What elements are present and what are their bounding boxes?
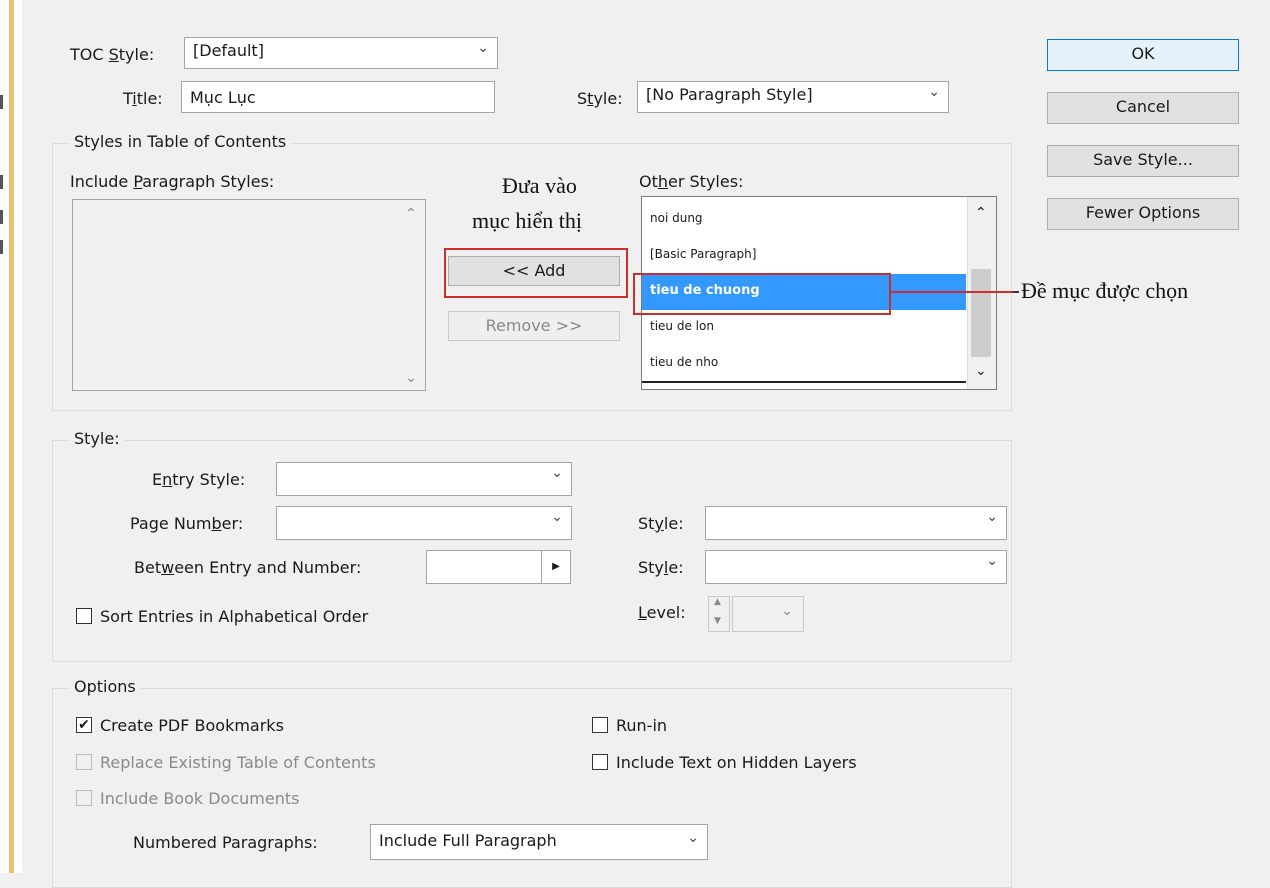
replace-existing-label: Replace Existing Table of Contents [100, 753, 376, 772]
other-styles-label: Other Styles: [639, 172, 744, 191]
sort-entries-label: Sort Entries in Alphabetical Order [100, 607, 369, 626]
edge-mark [0, 240, 3, 254]
include-book-documents-label: Include Book Documents [100, 789, 300, 808]
edge-mark [0, 210, 3, 224]
page-number-dropdown[interactable]: ⌄ [276, 506, 572, 540]
between-entry-number-input[interactable] [426, 550, 542, 584]
fewer-options-button[interactable]: Fewer Options [1047, 198, 1239, 230]
numbered-paragraphs-label: Numbered Paragraphs: [133, 833, 318, 852]
list-item[interactable]: tieu de nho [650, 355, 718, 369]
numbered-paragraphs-dropdown[interactable]: Include Full Paragraph ⌄ [370, 824, 708, 860]
toc-style-dropdown[interactable]: [Default] ⌄ [184, 37, 498, 69]
chevron-down-icon: ⌄ [477, 40, 489, 56]
chevron-down-icon: ⌄ [986, 509, 998, 525]
scroll-up-icon[interactable]: ⌃ [975, 205, 987, 221]
special-character-menu-button[interactable]: ▶ [541, 550, 571, 584]
save-style-button[interactable]: Save Style... [1047, 145, 1239, 177]
style-group-title: Style: [70, 429, 124, 448]
scroll-up-icon[interactable]: ⌃ [405, 206, 417, 222]
annotation-selected-callout: Đề mục được chọn [1021, 278, 1189, 303]
list-item[interactable]: [Basic Paragraph] [650, 247, 756, 261]
between-style-label: Style: [638, 558, 684, 577]
title-input-value: Mục Lục [190, 88, 256, 107]
chevron-down-icon: ⌄ [781, 603, 793, 619]
include-hidden-layers-checkbox[interactable] [592, 754, 608, 770]
chevron-down-icon: ⌄ [687, 830, 699, 846]
edge-mark [0, 95, 3, 109]
ok-button[interactable]: OK [1047, 39, 1239, 71]
triangle-right-icon: ▶ [552, 561, 560, 572]
include-paragraph-styles-label: Include Paragraph Styles: [70, 172, 275, 191]
toc-style-label: TOC Style: [70, 45, 155, 64]
scroll-down-icon[interactable]: ⌄ [405, 370, 417, 386]
add-button[interactable]: << Add [448, 256, 620, 286]
scroll-down-icon[interactable]: ⌄ [975, 363, 987, 379]
list-divider [642, 381, 966, 383]
entry-style-label: Entry Style: [152, 470, 246, 489]
list-item[interactable]: tieu de lon [650, 319, 714, 333]
list-scrollbar[interactable]: ⌃ ⌄ [967, 197, 996, 389]
page-number-label: Page Number: [130, 514, 244, 533]
chevron-down-icon: ⌄ [986, 553, 998, 569]
stepper-down-icon[interactable]: ▼ [714, 616, 721, 626]
run-in-checkbox[interactable] [592, 717, 608, 733]
include-hidden-layers-label: Include Text on Hidden Layers [616, 753, 857, 772]
entry-style-dropdown[interactable]: ⌄ [276, 462, 572, 496]
annotation-add-line1: Đưa vào [502, 173, 577, 198]
stepper-up-icon[interactable]: ▲ [714, 597, 721, 607]
left-edge-strip [0, 0, 22, 873]
title-label: Title: [123, 89, 163, 108]
selected-highlight-box [633, 273, 891, 315]
sort-entries-checkbox[interactable] [76, 608, 92, 624]
run-in-label: Run-in [616, 716, 668, 735]
callout-line-red [891, 291, 1013, 293]
chevron-down-icon: ⌄ [928, 84, 940, 100]
level-dropdown[interactable]: ⌄ [732, 596, 804, 632]
page-number-style-dropdown[interactable]: ⌄ [705, 506, 1007, 540]
page-number-style-label: Style: [638, 514, 684, 533]
include-paragraph-styles-list[interactable]: ⌃ ⌄ [72, 199, 426, 391]
left-edge-bar [9, 0, 14, 873]
create-pdf-bookmarks-label: Create PDF Bookmarks [100, 716, 284, 735]
check-icon: ✔ [78, 717, 90, 733]
styles-in-toc-title: Styles in Table of Contents [70, 132, 291, 151]
include-book-documents-checkbox[interactable] [76, 790, 92, 806]
cancel-button[interactable]: Cancel [1047, 92, 1239, 124]
edge-mark [0, 175, 3, 189]
remove-button[interactable]: Remove >> [448, 311, 620, 341]
title-style-dropdown[interactable]: [No Paragraph Style] ⌄ [637, 81, 949, 113]
chevron-down-icon: ⌄ [551, 465, 563, 481]
callout-line [1013, 291, 1019, 293]
title-input[interactable]: Mục Lục [181, 81, 495, 113]
between-style-dropdown[interactable]: ⌄ [705, 550, 1007, 584]
options-group-title: Options [70, 677, 140, 696]
level-stepper[interactable]: ▲ ▼ [708, 596, 730, 632]
level-label: Level: [638, 603, 686, 622]
create-pdf-bookmarks-checkbox[interactable]: ✔ [76, 717, 92, 733]
title-style-label: Style: [577, 89, 623, 108]
chevron-down-icon: ⌄ [551, 509, 563, 525]
between-entry-number-label: Between Entry and Number: [134, 558, 362, 577]
annotation-add-line2: mục hiển thị [472, 208, 582, 233]
replace-existing-checkbox[interactable] [76, 754, 92, 770]
list-item[interactable]: noi dung [650, 211, 703, 225]
scroll-thumb[interactable] [971, 269, 991, 357]
